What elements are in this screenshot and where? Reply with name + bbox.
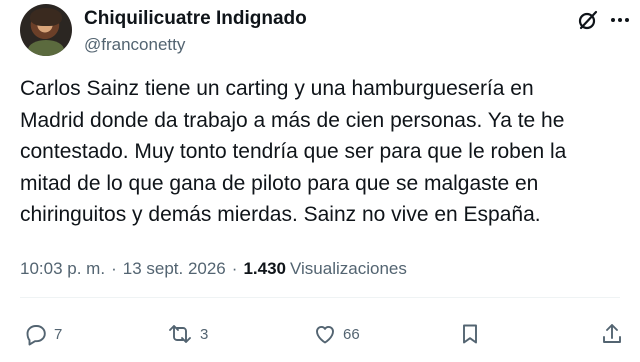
share-button[interactable] bbox=[600, 320, 624, 348]
reply-icon bbox=[26, 325, 46, 346]
grok-icon-svg bbox=[578, 10, 598, 30]
like-button[interactable]: 66 bbox=[313, 320, 360, 348]
retweet-icon bbox=[169, 325, 191, 343]
more-icon-svg bbox=[611, 18, 629, 22]
reply-button[interactable]: 7 bbox=[24, 320, 62, 348]
reply-count: 7 bbox=[54, 325, 63, 343]
bookmark-button[interactable] bbox=[458, 320, 482, 348]
tweet-meta: 10:03 p. m. · 13 sept. 2026 · 1.430 Visu… bbox=[20, 259, 407, 279]
grok-icon[interactable] bbox=[574, 6, 602, 34]
author-handle[interactable]: @franconetty bbox=[84, 35, 185, 55]
retweet-count: 3 bbox=[200, 325, 209, 343]
meta-separator: · bbox=[231, 259, 238, 278]
avatar[interactable] bbox=[20, 4, 72, 56]
divider bbox=[20, 297, 620, 298]
like-count: 66 bbox=[343, 325, 360, 343]
views-label: Visualizaciones bbox=[289, 259, 407, 278]
views-count: 1.430 bbox=[243, 259, 286, 278]
share-icon bbox=[603, 324, 621, 343]
author-display-name[interactable]: Chiquilicuatre Indignado bbox=[84, 8, 307, 30]
avatar-collar bbox=[28, 40, 64, 56]
meta-separator: · bbox=[111, 259, 117, 278]
tweet-date[interactable]: 13 sept. 2026 bbox=[123, 259, 226, 279]
bookmark-icon bbox=[463, 324, 477, 344]
tweet-time[interactable]: 10:03 p. m. bbox=[20, 259, 105, 279]
avatar-hair bbox=[30, 8, 62, 26]
tweet-text: Carlos Sainz tiene un carting y una hamb… bbox=[20, 77, 567, 226]
heart-icon bbox=[316, 325, 334, 344]
retweet-button[interactable]: 3 bbox=[166, 320, 208, 348]
more-icon[interactable] bbox=[606, 6, 634, 34]
